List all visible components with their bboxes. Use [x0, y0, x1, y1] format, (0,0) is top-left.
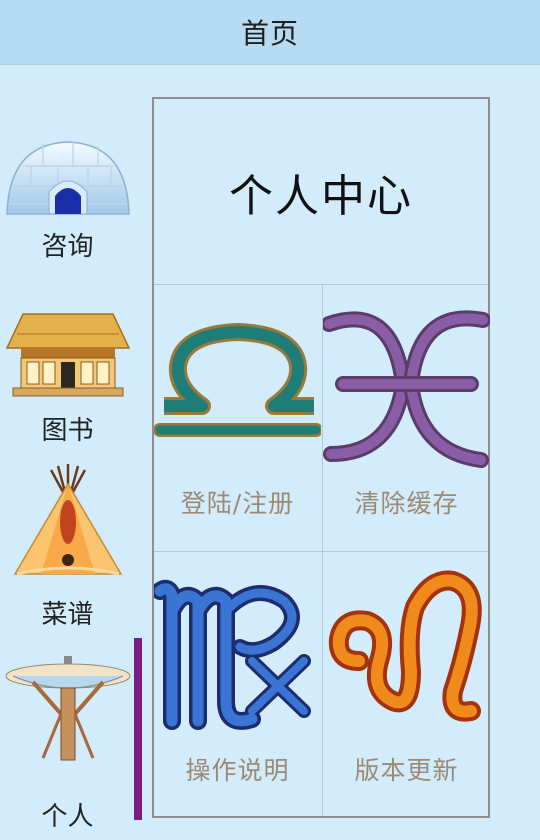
panel-header: 个人中心	[154, 99, 488, 285]
version-update-button[interactable]: 版本更新	[323, 551, 490, 818]
igloo-icon	[5, 141, 130, 215]
personal-center-panel: 个人中心 登陆/注册 清除缓存 操作说明 版本更新	[152, 97, 490, 818]
page-title: 首页	[240, 17, 299, 50]
sidebar-item-label: 图书	[41, 416, 94, 446]
active-indicator	[134, 638, 142, 820]
sidebar-item-label: 咨询	[41, 232, 94, 262]
teepee-icon	[13, 464, 122, 576]
space-needle-icon	[5, 656, 130, 761]
pavilion-icon	[5, 313, 130, 397]
sidebar-item-label: 菜谱	[41, 600, 94, 630]
sidebar: 咨询 图书 菜谱 个人	[0, 64, 142, 840]
sidebar-item-books[interactable]: 图书	[0, 304, 135, 454]
libra-icon	[154, 323, 321, 437]
virgo-icon	[154, 579, 311, 730]
clear-cache-button[interactable]: 清除缓存	[323, 284, 490, 551]
leo-icon	[328, 570, 482, 722]
instructions-button[interactable]: 操作说明	[154, 551, 321, 818]
cell-label: 操作说明	[185, 756, 290, 785]
sidebar-item-consult[interactable]: 咨询	[0, 136, 135, 266]
top-bar: 首页	[0, 0, 540, 65]
cell-label: 登陆/注册	[180, 489, 295, 518]
pisces-icon	[323, 310, 490, 468]
sidebar-item-label: 个人	[41, 802, 94, 832]
login-register-button[interactable]: 登陆/注册	[154, 284, 321, 551]
cell-label: 版本更新	[354, 756, 459, 785]
cell-label: 清除缓存	[354, 489, 459, 518]
sidebar-item-recipes[interactable]: 菜谱	[0, 462, 135, 632]
panel-title: 个人中心	[229, 170, 413, 222]
sidebar-item-personal[interactable]: 个人	[0, 654, 135, 834]
